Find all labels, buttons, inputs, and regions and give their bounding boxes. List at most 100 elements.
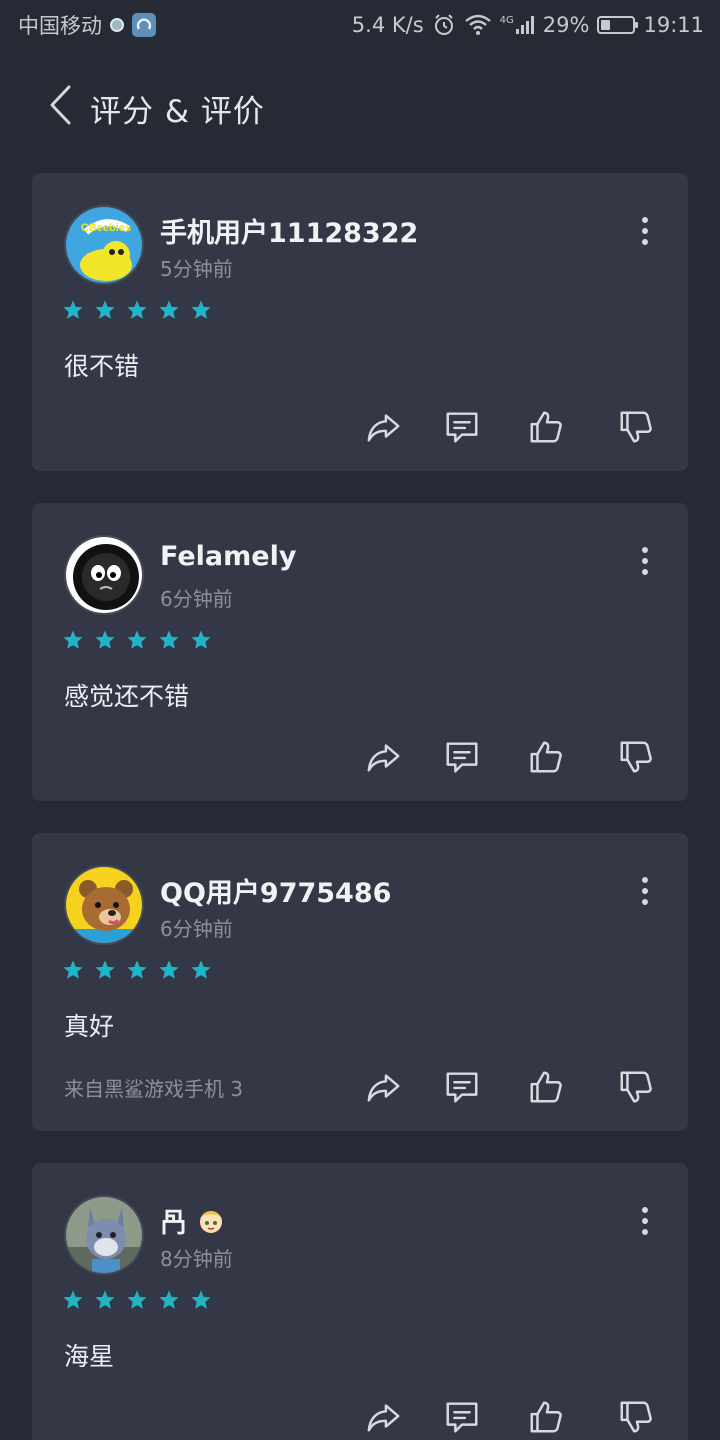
comment-button[interactable] (440, 405, 484, 449)
review-time: 6分钟前 (160, 917, 233, 941)
more-options-button[interactable] (630, 541, 660, 581)
star-icon (62, 1289, 84, 1311)
battery-icon (597, 16, 639, 34)
share-button[interactable] (362, 735, 406, 779)
star-icon (190, 629, 212, 651)
signal-icon (515, 16, 534, 34)
thumbs-up-icon (527, 738, 565, 776)
like-button[interactable] (524, 1395, 568, 1439)
review-card: CBeebies 手机用户11128322 5分钟前 很不错 (32, 173, 688, 471)
thumbs-down-icon (617, 1398, 655, 1436)
thumbs-down-icon (617, 408, 655, 446)
like-button[interactable] (524, 735, 568, 779)
share-button[interactable] (362, 1065, 406, 1109)
comment-icon (443, 408, 481, 446)
status-bar: 中国移动 5.4 K/s 4G 29% 19:11 (0, 0, 720, 50)
thumbs-down-icon (617, 1068, 655, 1106)
comment-icon (443, 738, 481, 776)
review-card: Felamely 6分钟前 感觉还不错 (32, 503, 688, 801)
review-text: 感觉还不错 (64, 682, 190, 711)
header: 评分 & 评价 (0, 70, 720, 140)
star-icon (190, 1289, 212, 1311)
wifi-icon (464, 14, 491, 35)
more-vertical-icon (642, 547, 648, 553)
star-rating (62, 629, 212, 651)
share-icon (365, 738, 403, 776)
share-icon (365, 408, 403, 446)
review-card: 冎 8分钟前 海星 (32, 1163, 688, 1440)
battery-percent: 29% (542, 13, 590, 37)
comment-icon (443, 1068, 481, 1106)
clock: 19:11 (643, 13, 704, 37)
avatar[interactable] (64, 865, 144, 945)
network-speed: 5.4 K/s (351, 13, 424, 37)
username[interactable]: 手机用户11128322 (160, 211, 418, 250)
thumbs-up-icon (527, 1068, 565, 1106)
star-rating (62, 1289, 212, 1311)
dislike-button[interactable] (614, 1395, 658, 1439)
review-time: 6分钟前 (160, 587, 233, 611)
star-icon (158, 1289, 180, 1311)
comment-icon (443, 1398, 481, 1436)
review-time: 5分钟前 (160, 257, 233, 281)
star-icon (126, 1289, 148, 1311)
back-button[interactable] (40, 84, 80, 126)
star-icon (158, 299, 180, 321)
review-time: 8分钟前 (160, 1247, 233, 1271)
review-card: QQ用户9775486 6分钟前 真好 来自黑鲨游戏手机 3 (32, 833, 688, 1131)
review-text: 很不错 (64, 352, 140, 381)
star-icon (158, 959, 180, 981)
star-icon (190, 299, 212, 321)
star-rating (62, 959, 212, 981)
thumbs-up-icon (527, 1398, 565, 1436)
star-icon (94, 959, 116, 981)
like-button[interactable] (524, 1065, 568, 1109)
username[interactable]: 冎 (160, 1201, 227, 1240)
more-options-button[interactable] (630, 871, 660, 911)
star-icon (94, 1289, 116, 1311)
star-icon (126, 299, 148, 321)
carrier-label: 中国移动 (18, 14, 102, 38)
share-icon (365, 1068, 403, 1106)
comment-button[interactable] (440, 1395, 484, 1439)
review-text: 海星 (64, 1342, 115, 1371)
like-button[interactable] (524, 405, 568, 449)
star-icon (126, 959, 148, 981)
username[interactable]: QQ用户9775486 (160, 871, 391, 910)
dislike-button[interactable] (614, 1065, 658, 1109)
more-options-button[interactable] (630, 1201, 660, 1241)
more-vertical-icon (642, 1207, 648, 1213)
star-icon (94, 629, 116, 651)
back-arrow-icon (50, 85, 71, 125)
thumbs-up-icon (527, 408, 565, 446)
notification-dot-icon (110, 18, 124, 32)
username[interactable]: Felamely (160, 541, 296, 572)
page-title: 评分 & 评价 (90, 94, 265, 130)
comment-button[interactable] (440, 735, 484, 779)
network-type: 4G (499, 15, 514, 26)
star-icon (62, 629, 84, 651)
username-text: 冎 (160, 1208, 187, 1239)
review-source: 来自黑鲨游戏手机 3 (64, 1077, 244, 1101)
dislike-button[interactable] (614, 405, 658, 449)
app-notification-icon (132, 13, 156, 37)
avatar-logo-text: CBeebies (81, 222, 131, 234)
comment-button[interactable] (440, 1065, 484, 1109)
star-icon (94, 299, 116, 321)
share-button[interactable] (362, 405, 406, 449)
star-rating (62, 299, 212, 321)
alarm-icon (434, 14, 453, 35)
avatar[interactable] (64, 1195, 144, 1275)
share-button[interactable] (362, 1395, 406, 1439)
star-icon (62, 299, 84, 321)
more-options-button[interactable] (630, 211, 660, 251)
review-text: 真好 (64, 1012, 115, 1041)
star-icon (190, 959, 212, 981)
thumbs-down-icon (617, 738, 655, 776)
star-icon (158, 629, 180, 651)
avatar-emoji-icon (199, 1210, 223, 1233)
avatar[interactable] (64, 535, 144, 615)
share-icon (365, 1398, 403, 1436)
avatar[interactable]: CBeebies (64, 205, 144, 285)
dislike-button[interactable] (614, 735, 658, 779)
